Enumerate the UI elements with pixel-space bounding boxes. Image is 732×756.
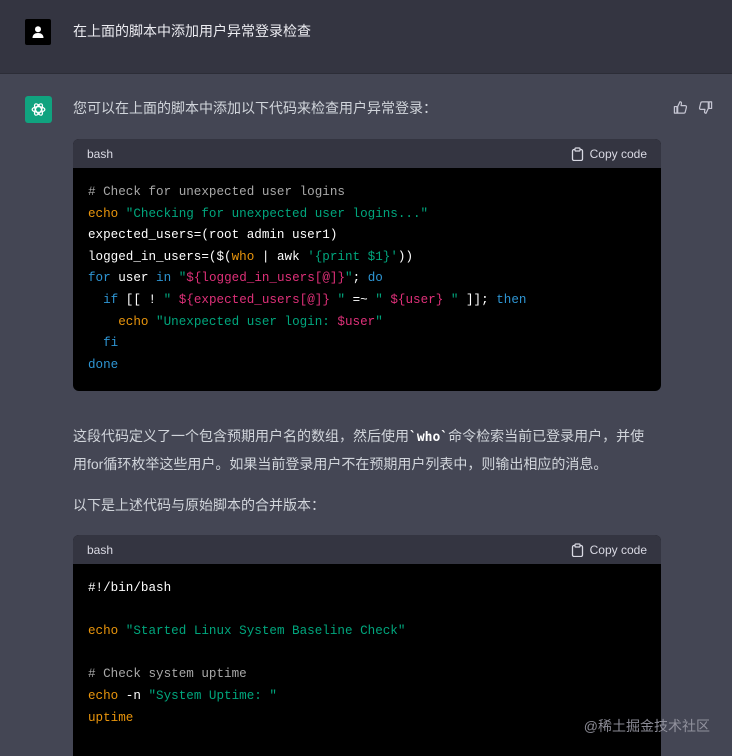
code-language-label: bash [87,542,114,557]
code-line: uptime [88,708,646,730]
code-token: " [345,271,353,286]
code-token: for [88,271,111,286]
code-token: | awk [254,249,308,264]
code-token: "Started Linux System Baseline Check" [125,624,406,639]
code-token: # Check system uptime [88,667,247,682]
code-token: " [329,292,346,307]
explanation-part-a: 这段代码定义了一个包含预期用户名的数组，然后使用 [73,428,409,444]
user-avatar [25,19,51,45]
user-message-row: 在上面的脚本中添加用户异常登录检查 [0,0,732,74]
code-token: -n [118,688,149,703]
copy-code-button[interactable]: Copy code [571,147,647,161]
code-token: fi [103,336,119,351]
thumbs-up-icon [673,100,687,114]
watermark: @稀土掘金技术社区 [583,718,710,734]
code-token: echo [88,688,119,703]
code-token: ]]; [458,292,497,307]
inline-code-who: `who` [409,430,449,445]
assistant-avatar [25,96,52,123]
code-token: expected_users=(root admin user1) [88,228,338,243]
code-line: fi [88,333,646,355]
code-line: #!/bin/bash [88,578,646,600]
code-line: echo "Checking for unexpected user login… [88,204,646,226]
code-token: " [375,314,383,329]
code-content: # Check for unexpected user logins echo "… [73,168,661,376]
code-token: '{print $1}' [307,249,398,264]
user-message-text: 在上面的脚本中添加用户异常登录检查 [73,23,311,39]
code-line: echo -n "System Uptime: " [88,686,646,708]
thumbs-up-button[interactable] [671,98,689,116]
code-line: logged_in_users=($(who | awk '{print $1}… [88,247,646,269]
clipboard-icon [571,146,583,161]
code-line: for user in "${logged_in_users[@]}"; do [88,268,646,290]
code-token: "Checking for unexpected user logins..." [125,206,429,221]
code-line: if [[ ! " ${expected_users[@]} " =~ " ${… [88,290,646,312]
code-token: ; [352,271,368,286]
code-token: # Check for unexpected user logins [88,185,345,199]
code-token: " [443,292,459,307]
explanation-line-2: 用for循环枚举这些用户。如果当前登录用户不在预期用户列表中，则输出相应的消息。 [73,456,608,472]
code-token: "System Uptime: " [148,688,277,703]
code-token: ${user} [390,292,444,307]
code-token: ${logged_in_users[@]} [186,271,346,286]
code-line: done [88,355,646,377]
copy-code-button[interactable]: Copy code [571,543,647,557]
code-token: "Unexpected user login: [156,314,338,329]
code-token: [[ ! [118,292,164,307]
thumbs-down-button[interactable] [696,98,714,116]
user-icon [32,26,44,38]
thumbs-down-icon [698,100,712,114]
code-token: who [231,249,255,264]
code-token: then [496,292,527,307]
code-token: ${expected_users[@]} [178,292,330,307]
code-line: # Check for unexpected user logins [88,182,646,204]
code-block-1: bash Copy code # Check for unexpected us… [73,139,661,391]
code-language-label: bash [87,146,114,161]
copy-code-label: Copy code [589,542,647,557]
code-content: #!/bin/bash echo "Started Linux System Ba… [73,564,661,729]
code-line: expected_users=(root admin user1) [88,225,646,247]
merge-intro-text: 以下是上述代码与原始脚本的合并版本： [73,497,325,513]
code-token: done [88,357,119,372]
code-token: $user [337,314,376,329]
code-token: " [375,292,391,307]
code-token: in [156,271,172,286]
code-token: if [103,292,119,307]
code-token: logged_in_users=($( [88,249,232,264]
code-block-header: bash Copy code [73,139,661,168]
assistant-intro-text: 您可以在上面的脚本中添加以下代码来检查用户异常登录： [73,100,437,116]
code-line: echo "Unexpected user login: $user" [88,312,646,334]
code-token: echo [88,206,119,221]
clipboard-icon [571,542,583,557]
code-block-2: bash Copy code #!/bin/bash echo "Started … [73,535,661,756]
code-token: )) [397,249,414,264]
copy-code-label: Copy code [589,146,647,161]
code-line: echo "Started Linux System Baseline Chec… [88,621,646,643]
code-token: echo [88,624,119,639]
code-token: user [110,271,157,286]
explanation-part-b: 命令检索当前已登录用户，并使 [448,428,645,444]
openai-logo-icon [31,103,46,116]
code-token: echo [118,314,149,329]
code-token: " [163,292,179,307]
code-token: =~ [345,292,376,307]
explanation-text: 这段代码定义了一个包含预期用户名的数组，然后使用`who`命令检索当前已登录用户… [73,423,673,477]
code-block-header: bash Copy code [73,535,661,564]
code-token: #!/bin/bash [88,581,172,595]
code-token: do [367,271,383,286]
code-token: uptime [88,710,134,725]
code-line: # Check system uptime [88,664,646,686]
